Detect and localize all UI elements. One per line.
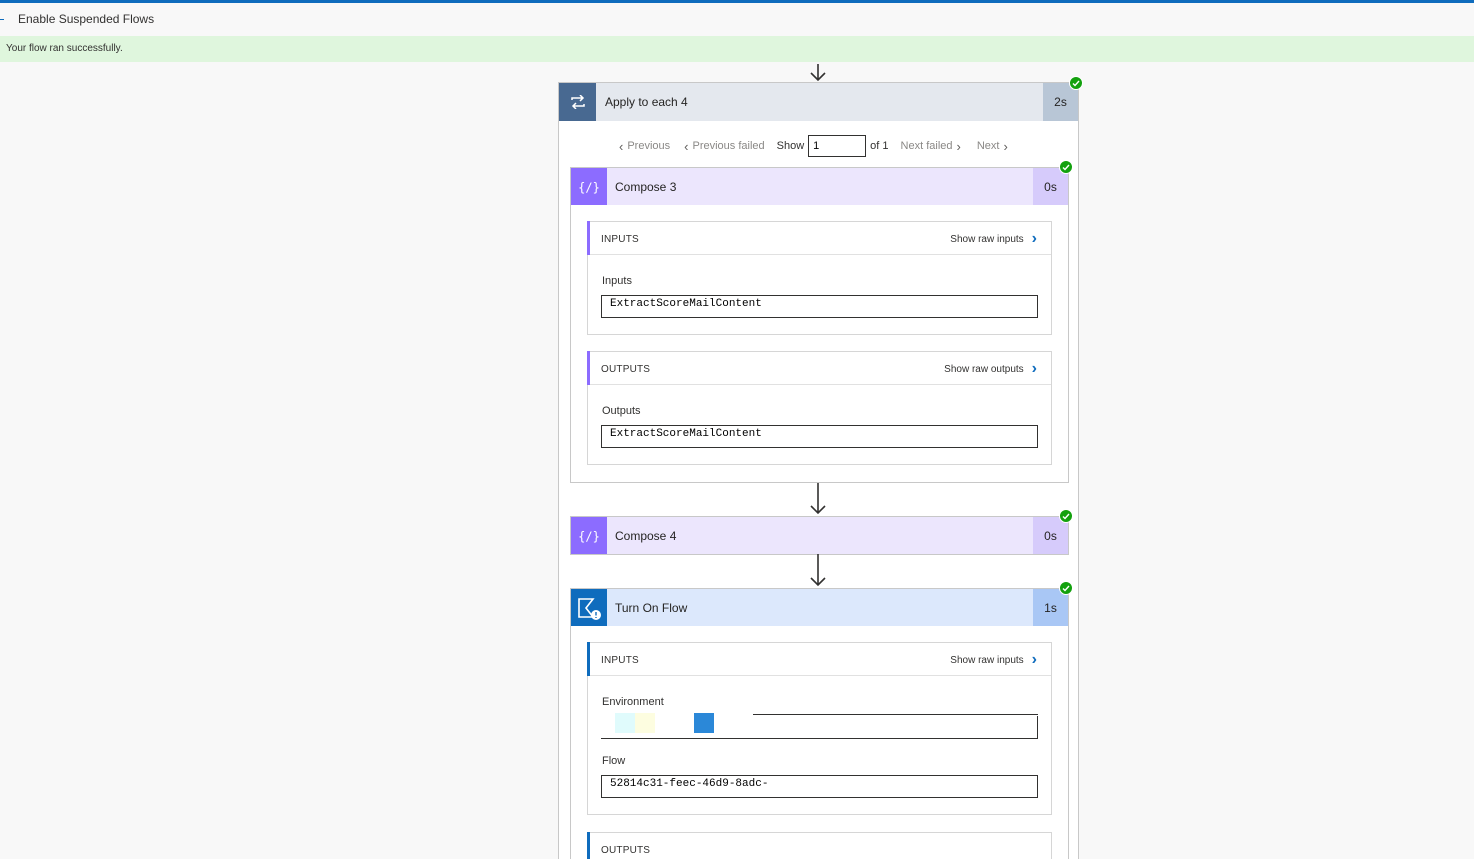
flow-value-box: 52814c31-feec-46d9-8adc-: [601, 775, 1038, 798]
compose-3-outputs-section: OUTPUTS Show raw outputs › Outputs Extrac…: [587, 351, 1052, 465]
svg-text:{/}: {/}: [579, 180, 599, 194]
show-label: Show: [776, 140, 805, 152]
arrow-down-icon: [808, 554, 828, 587]
arrow-down-icon: [808, 64, 828, 82]
show-raw-outputs-link[interactable]: Show raw outputs ›: [944, 360, 1037, 378]
turn-on-flow-header[interactable]: Turn On Flow 1s: [571, 589, 1068, 626]
environment-value-box: [601, 713, 1038, 739]
compose-3-inputs-section: INPUTS Show raw inputs › Inputs ExtractSc…: [587, 221, 1052, 335]
compose-4-header[interactable]: {/} Compose 4 0s: [571, 517, 1068, 554]
outputs-title: OUTPUTS: [601, 845, 651, 856]
environment-field-label: Environment: [602, 696, 664, 708]
chevron-right-icon: ›: [1031, 651, 1037, 668]
compose-3-inputs-header: INPUTS Show raw inputs ›: [587, 221, 1051, 255]
next-button[interactable]: Next ›: [977, 139, 1012, 154]
outputs-title: OUTPUTS: [601, 364, 651, 375]
redacted-block: [635, 713, 655, 733]
chevron-right-icon: ›: [956, 138, 961, 154]
success-banner: Your flow ran successfully.: [0, 36, 1474, 62]
inputs-title: INPUTS: [601, 234, 639, 245]
previous-button[interactable]: ‹ Previous: [615, 139, 670, 154]
redacted-block: [615, 713, 635, 733]
compose-3-label: Compose 3: [615, 180, 677, 194]
apply-to-each-card[interactable]: Apply to each 4 2s ‹ Previous ‹ Previous f…: [558, 82, 1079, 859]
success-check-icon: [1059, 160, 1073, 174]
flow-title: Enable Suspended Flows: [18, 12, 155, 26]
turn-on-outputs-header: OUTPUTS: [587, 832, 1051, 859]
success-message: Your flow ran successfully.: [6, 43, 123, 54]
iteration-input[interactable]: [808, 135, 867, 157]
chevron-right-icon: ›: [1031, 360, 1037, 377]
apply-to-each-label: Apply to each 4: [605, 95, 688, 109]
success-check-icon: [1069, 76, 1083, 90]
iteration-count: of 1: [870, 140, 889, 152]
inputs-field-label: Inputs: [602, 275, 632, 287]
back-indicator[interactable]: [0, 19, 4, 20]
loop-icon: [559, 83, 596, 121]
compose-4-label: Compose 4: [615, 529, 677, 543]
chevron-right-icon: ›: [1031, 230, 1037, 247]
show-raw-inputs-link[interactable]: Show raw inputs ›: [950, 651, 1037, 669]
compose-4-card[interactable]: {/} Compose 4 0s: [570, 516, 1069, 555]
next-failed-button[interactable]: Next failed ›: [901, 139, 965, 154]
previous-failed-button[interactable]: ‹ Previous failed: [680, 139, 765, 154]
iteration-pager: ‹Previous ‹Previous failed Show of 1 Nex…: [615, 135, 1012, 157]
show-raw-inputs-link[interactable]: Show raw inputs ›: [950, 230, 1037, 248]
inputs-value-box: ExtractScoreMailContent: [601, 295, 1038, 318]
chevron-right-icon: ›: [1003, 138, 1008, 154]
turn-on-outputs-section: OUTPUTS: [587, 832, 1052, 859]
compose-3-header[interactable]: {/} Compose 3 0s: [571, 168, 1068, 205]
compose-3-card[interactable]: {/} Compose 3 0s INPUTS Show raw inputs ›…: [570, 167, 1069, 483]
title-bar: Enable Suspended Flows: [0, 3, 1474, 36]
turn-on-flow-label: Turn On Flow: [615, 601, 688, 615]
compose-icon: {/}: [571, 517, 607, 554]
turn-on-inputs-section: INPUTS Show raw inputs › Environment Flow…: [587, 642, 1052, 815]
svg-text:{/}: {/}: [579, 529, 599, 543]
apply-to-each-header[interactable]: Apply to each 4 2s: [559, 83, 1078, 121]
success-check-icon: [1059, 509, 1073, 523]
arrow-down-icon: [808, 483, 828, 515]
outputs-value-box: ExtractScoreMailContent: [601, 425, 1038, 448]
compose-3-outputs-header: OUTPUTS Show raw outputs ›: [587, 351, 1051, 385]
chevron-left-icon: ‹: [619, 138, 624, 154]
power-automate-icon: [571, 589, 607, 626]
turn-on-flow-card[interactable]: Turn On Flow 1s INPUTS Show raw inputs › …: [570, 588, 1069, 859]
flow-field-label: Flow: [602, 755, 626, 767]
compose-icon: {/}: [571, 168, 607, 205]
outputs-field-label: Outputs: [602, 405, 641, 417]
chevron-left-icon: ‹: [684, 138, 689, 154]
success-check-icon: [1059, 581, 1073, 595]
turn-on-inputs-header: INPUTS Show raw inputs ›: [587, 642, 1051, 676]
inputs-title: INPUTS: [601, 655, 639, 666]
redacted-block: [694, 713, 714, 733]
